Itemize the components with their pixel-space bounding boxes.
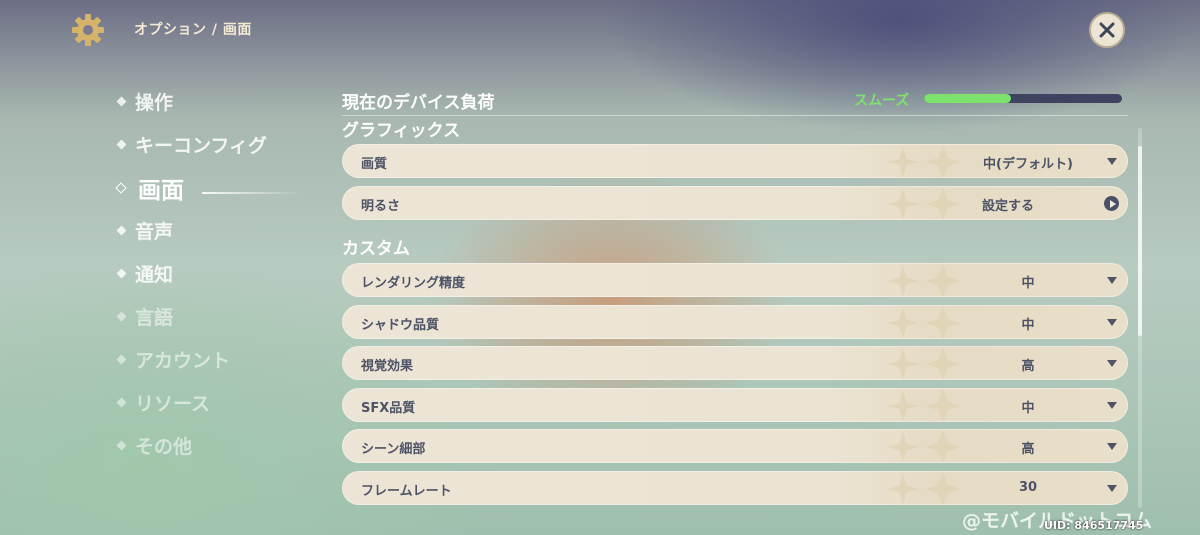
dropdown-caret-icon xyxy=(1107,402,1117,409)
sidebar-item-other[interactable]: その他 xyxy=(112,424,332,467)
setting-value: 中 xyxy=(1021,276,1035,291)
setting-row-brightness[interactable]: 明るさ 設定する xyxy=(342,186,1128,220)
breadcrumb: オプション / 画面 xyxy=(134,22,252,38)
setting-value: 中 xyxy=(1021,401,1035,416)
sidebar-item-label: 操作 xyxy=(135,92,174,114)
dropdown-caret-icon xyxy=(1107,158,1117,165)
setting-label: フレームレート xyxy=(361,484,452,499)
setting-row-shadow-quality[interactable]: シャドウ品質 中 xyxy=(342,305,1128,339)
diamond-bullet-icon xyxy=(116,440,127,451)
setting-value: 中 xyxy=(1021,318,1035,333)
dropdown-caret-icon xyxy=(1107,277,1117,284)
setting-row-frame-rate[interactable]: フレームレート 30 xyxy=(342,471,1128,505)
diamond-bullet-icon xyxy=(116,225,127,236)
diamond-bullet-icon xyxy=(116,311,127,322)
device-load-meter-fill xyxy=(924,94,1012,103)
setting-label: シーン細部 xyxy=(361,442,426,457)
device-load-header: 現在のデバイス負荷 スムーズ xyxy=(342,86,1128,116)
sidebar-item-label: キーコンフィグ xyxy=(135,135,268,157)
setting-row-render-resolution[interactable]: レンダリング精度 中 xyxy=(342,263,1128,297)
sidebar-item-language[interactable]: 言語 xyxy=(112,295,332,338)
close-icon xyxy=(1099,22,1115,38)
setting-label: シャドウ品質 xyxy=(361,318,440,333)
setting-value: 高 xyxy=(1021,359,1035,374)
setting-label: 視覚効果 xyxy=(361,359,414,374)
sidebar-item-audio[interactable]: 音声 xyxy=(112,209,332,252)
scrollbar-thumb[interactable] xyxy=(1138,146,1142,336)
setting-row-sfx-quality[interactable]: SFX品質 中 xyxy=(342,388,1128,422)
section-title-graphics: グラフィックス xyxy=(342,121,461,141)
uid-label: UID: 846517745 xyxy=(1044,519,1144,532)
diamond-bullet-icon xyxy=(116,96,127,107)
diamond-bullet-icon xyxy=(115,181,127,194)
setting-row-graphics-quality[interactable]: 画質 中(デフォルト) xyxy=(342,144,1128,178)
close-button[interactable] xyxy=(1089,12,1125,48)
diamond-bullet-icon xyxy=(116,268,127,279)
setting-value: 30 xyxy=(1018,480,1038,495)
diamond-bullet-icon xyxy=(116,139,127,150)
setting-row-visual-effects[interactable]: 視覚効果 高 xyxy=(342,346,1128,380)
setting-label: 明るさ xyxy=(361,199,401,214)
sidebar: 操作 キーコンフィグ 画面 音声 通知 言語 アカウント リソース その他 xyxy=(112,80,332,467)
top-bar: オプション / 画面 xyxy=(0,0,1200,60)
gear-icon xyxy=(70,12,106,48)
dropdown-caret-icon xyxy=(1107,360,1117,367)
sidebar-item-label: その他 xyxy=(135,436,193,458)
setting-value: 設定する xyxy=(981,199,1034,214)
setting-value: 高 xyxy=(1021,442,1035,457)
device-load-status: スムーズ xyxy=(854,93,910,109)
setting-value: 中(デフォルト) xyxy=(983,157,1073,172)
device-load-label: 現在のデバイス負荷 xyxy=(342,93,495,113)
sidebar-item-label: リソース xyxy=(135,393,211,415)
sidebar-item-label: アカウント xyxy=(135,350,231,372)
setting-label: レンダリング精度 xyxy=(361,276,466,291)
sidebar-item-label: 画面 xyxy=(138,177,184,204)
sidebar-item-display[interactable]: 画面 xyxy=(112,166,332,209)
setting-row-scene-detail[interactable]: シーン細部 高 xyxy=(342,429,1128,463)
setting-label: 画質 xyxy=(361,157,388,172)
sidebar-item-key-config[interactable]: キーコンフィグ xyxy=(112,123,332,166)
section-title-custom: カスタム xyxy=(342,239,410,259)
diamond-bullet-icon xyxy=(116,397,127,408)
diamond-bullet-icon xyxy=(116,354,127,365)
dropdown-caret-icon xyxy=(1107,319,1117,326)
sidebar-item-label: 音声 xyxy=(135,221,174,243)
sidebar-item-label: 言語 xyxy=(135,307,174,329)
device-load-meter xyxy=(924,94,1122,103)
setting-label: SFX品質 xyxy=(361,401,416,416)
sidebar-item-label: 通知 xyxy=(135,264,174,286)
sidebar-item-account[interactable]: アカウント xyxy=(112,338,332,381)
sidebar-item-controls[interactable]: 操作 xyxy=(112,80,332,123)
sidebar-item-resources[interactable]: リソース xyxy=(112,381,332,424)
dropdown-caret-icon xyxy=(1107,443,1117,450)
dropdown-caret-icon xyxy=(1107,485,1117,492)
active-indicator xyxy=(202,192,302,194)
sidebar-item-notifications[interactable]: 通知 xyxy=(112,252,332,295)
arrow-right-icon[interactable] xyxy=(1104,196,1119,211)
